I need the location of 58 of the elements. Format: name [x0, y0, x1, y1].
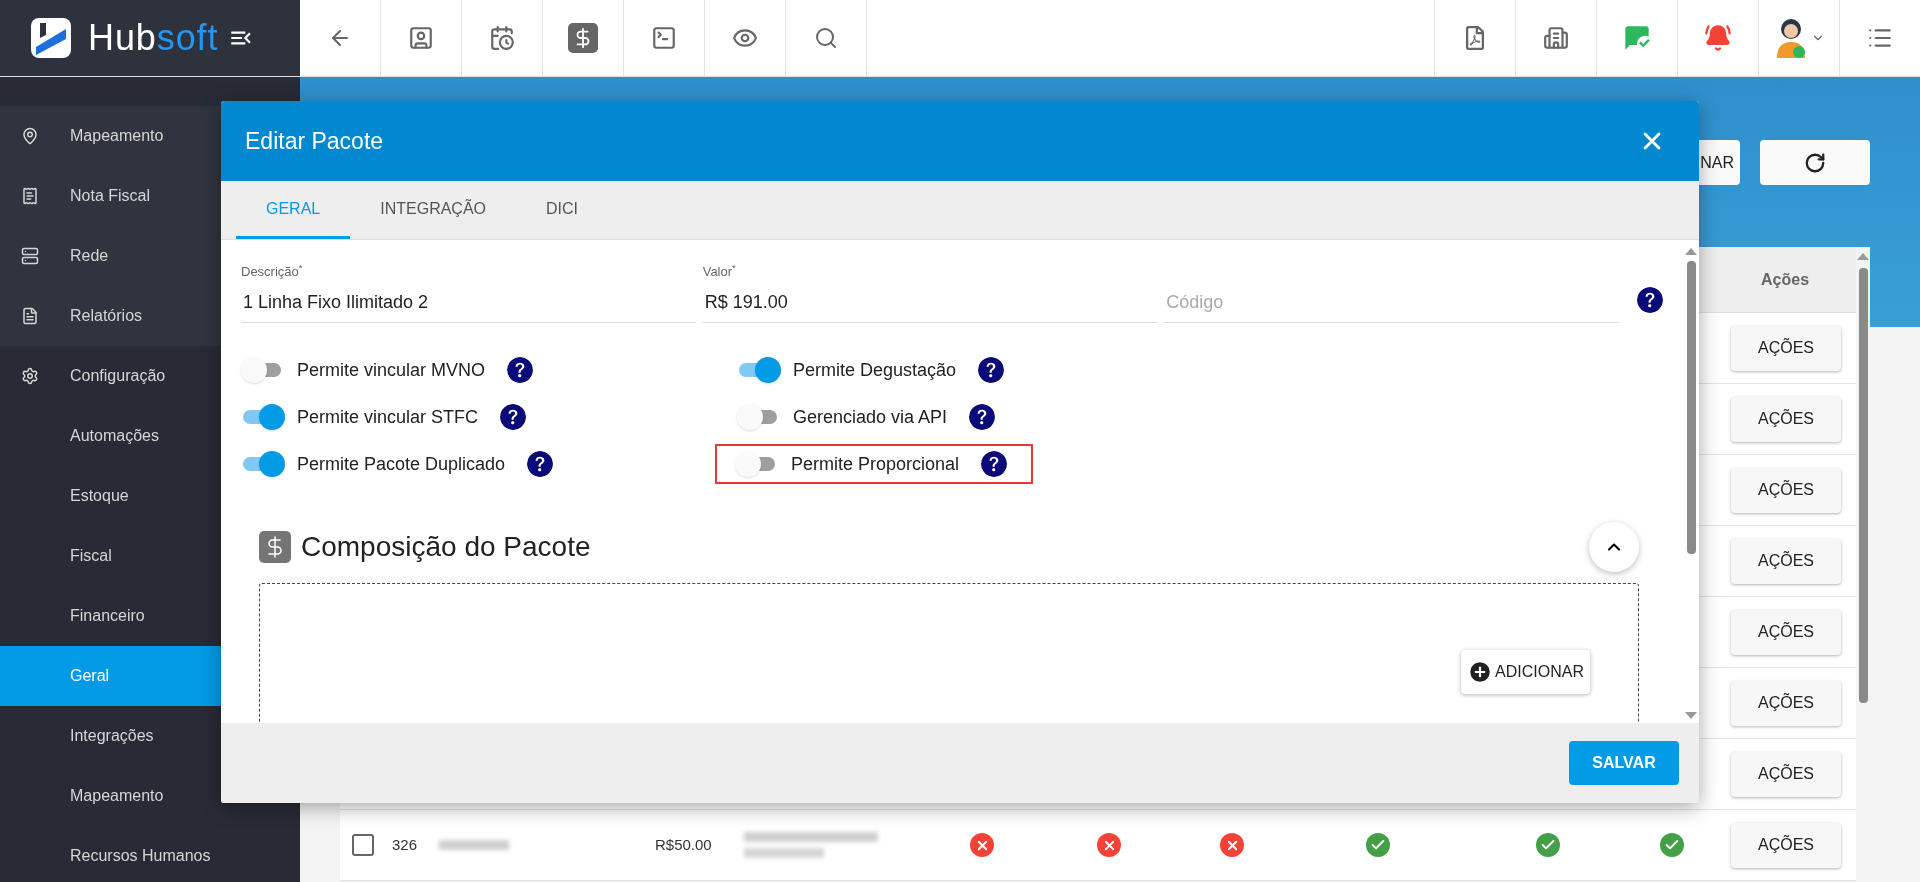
row-price: R$50.00	[655, 834, 713, 855]
chat-check-icon	[1623, 24, 1651, 52]
person-card-icon	[408, 25, 434, 51]
map-pin-icon	[21, 127, 39, 145]
help-icon[interactable]	[1637, 287, 1663, 313]
actions-button[interactable]: AÇÕES	[1731, 325, 1841, 371]
logo-icon	[30, 17, 72, 59]
document-icon	[21, 307, 39, 325]
toggle-label: Permite vincular MVNO	[297, 358, 486, 382]
actions-button[interactable]: AÇÕES	[1731, 751, 1841, 797]
actions-button[interactable]: AÇÕES	[1731, 396, 1841, 442]
help-icon[interactable]	[507, 357, 534, 383]
toggle-label: Permite Proporcional	[791, 452, 960, 476]
row-number: 326	[392, 834, 419, 855]
toggle-label: Permite vincular STFC	[297, 405, 479, 429]
actions-button[interactable]: AÇÕES	[1731, 609, 1841, 655]
field-label: Valor$^{*}$	[702, 261, 737, 281]
toggle-switch[interactable]	[241, 404, 285, 430]
help-icon[interactable]	[500, 404, 527, 430]
help-icon[interactable]	[981, 451, 1008, 477]
help-icon[interactable]	[527, 451, 554, 477]
help-icon[interactable]	[978, 357, 1005, 383]
add-button[interactable]: ADICIONAR	[1461, 650, 1590, 694]
server-icon	[21, 247, 39, 265]
toggle-label: Gerenciado via API	[793, 405, 948, 429]
refresh-icon	[1804, 151, 1826, 174]
scrollbar[interactable]	[1856, 247, 1870, 881]
toggle-switch[interactable]	[737, 357, 781, 383]
help-icon[interactable]	[969, 404, 996, 430]
field-value: R$ 191.00	[703, 291, 789, 314]
actions-button[interactable]: AÇÕES	[1731, 822, 1841, 868]
receipt-icon	[21, 187, 39, 205]
pdf-file-icon	[1463, 26, 1487, 50]
refresh-button[interactable]	[1760, 140, 1870, 185]
field-placeholder: Código	[1165, 291, 1225, 314]
actions-button[interactable]: AÇÕES	[1731, 680, 1841, 726]
column-header: Ações	[1761, 269, 1810, 290]
section-title: Composição do Pacote	[301, 530, 591, 564]
bell-icon	[1704, 24, 1732, 52]
calendar-clock-icon	[489, 25, 515, 51]
tab[interactable]: DICI	[516, 181, 609, 239]
actions-button[interactable]: AÇÕES	[1731, 467, 1841, 513]
toggle-label: Permite Degustação	[793, 358, 957, 382]
dollar-icon	[568, 23, 598, 53]
logo-text: Hubsoft	[88, 20, 219, 56]
text-field[interactable]: Descrição$^{*}$ 1 Linha Fixo Ilimitado 2	[241, 264, 696, 323]
actions-button[interactable]: AÇÕES	[1731, 538, 1841, 584]
text-field[interactable]: Valor$^{*}$ R$ 191.00	[702, 264, 1158, 323]
terminal-icon	[651, 25, 677, 51]
search-icon	[814, 26, 838, 50]
toggle-label: Permite Pacote Duplicado	[297, 452, 506, 476]
redacted-text	[439, 840, 509, 850]
row-checkbox[interactable]	[352, 834, 374, 856]
toggle-switch[interactable]	[241, 451, 285, 477]
tab[interactable]: INTEGRAÇÃO	[350, 181, 517, 239]
dollar-icon	[259, 531, 291, 563]
building-icon	[1543, 25, 1569, 51]
gear-icon	[21, 367, 39, 385]
